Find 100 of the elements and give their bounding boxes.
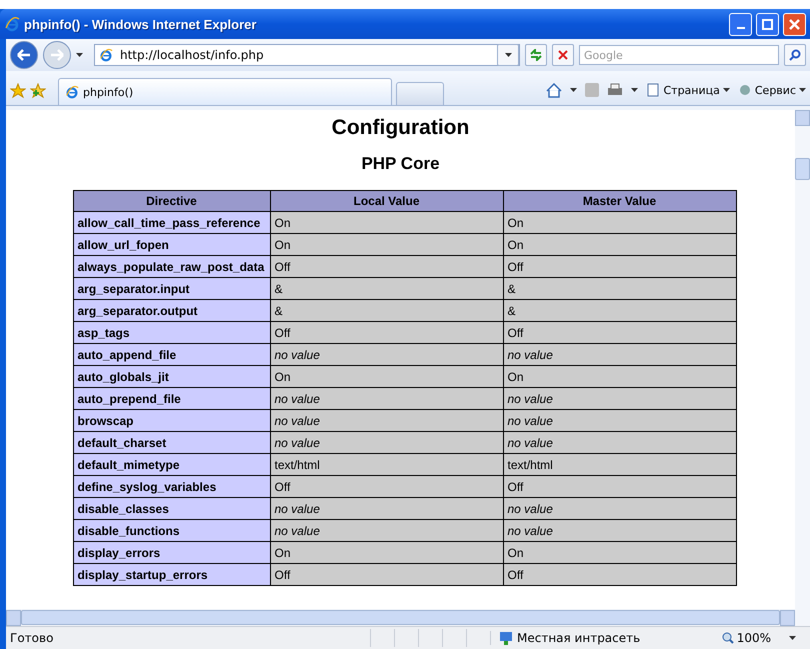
command-menu[interactable]: Сервис (738, 83, 806, 97)
caret-icon[interactable] (631, 88, 638, 92)
refresh-icon (529, 49, 543, 61)
value-cell: & (503, 278, 736, 300)
value-cell: On (270, 542, 503, 564)
value-cell: On (503, 366, 736, 388)
command-menu[interactable]: Страница (646, 83, 730, 97)
dropdown-button[interactable] (497, 44, 519, 66)
directive-cell: allow_call_time_pass_reference (73, 212, 270, 234)
home-icon[interactable] (546, 82, 562, 98)
minimize-button[interactable] (729, 12, 752, 36)
value-cell: On (503, 542, 736, 564)
arrow-right-icon (50, 49, 64, 61)
value-cell: no value (503, 388, 736, 410)
value-cell: no value (270, 344, 503, 366)
value-cell: no value (503, 410, 736, 432)
value-cell: Off (503, 476, 736, 498)
value-cell: no value (503, 432, 736, 454)
value-cell: Off (503, 256, 736, 278)
directive-cell: auto_prepend_file (73, 388, 270, 410)
stop-icon (558, 50, 568, 60)
maximize-button[interactable] (756, 12, 779, 36)
close-icon (789, 18, 800, 30)
stop-button[interactable] (552, 44, 574, 66)
browser-tab[interactable]: phpinfo() (58, 78, 392, 105)
value-cell: & (270, 278, 503, 300)
search-button[interactable] (784, 44, 806, 66)
value-cell: On (503, 234, 736, 256)
section-heading: PHP Core (361, 154, 440, 174)
zoom-control[interactable]: 100% (722, 631, 810, 645)
security-zone: Местная интрасеть (490, 631, 709, 645)
arrow-left-icon (17, 49, 31, 61)
column-header: Master Value (503, 190, 736, 212)
value-cell: no value (503, 344, 736, 366)
caret-icon[interactable] (76, 53, 83, 57)
value-cell: text/html (503, 454, 736, 476)
value-cell: Off (270, 564, 503, 586)
value-cell: On (503, 212, 736, 234)
directive-cell: asp_tags (73, 322, 270, 344)
star-icon[interactable] (10, 83, 26, 99)
value-cell: On (270, 212, 503, 234)
caret-icon[interactable] (504, 53, 512, 57)
directive-cell: arg_separator.input (73, 278, 270, 300)
value-cell: no value (270, 410, 503, 432)
forward-button[interactable] (43, 41, 71, 69)
caret-icon[interactable] (722, 88, 730, 92)
value-cell: Off (270, 476, 503, 498)
directive-cell: display_errors (73, 542, 270, 564)
minimize-icon (736, 27, 744, 29)
directive-cell: auto_append_file (73, 344, 270, 366)
value-cell: Off (270, 322, 503, 344)
maximize-icon (762, 18, 773, 30)
value-cell: no value (270, 520, 503, 542)
print-icon[interactable] (607, 83, 624, 97)
caret-icon[interactable] (570, 88, 578, 92)
directive-cell: browscap (73, 410, 270, 432)
refresh-button[interactable] (525, 44, 547, 66)
address-field[interactable]: http://localhost/info.php (94, 44, 520, 66)
window-title: phpinfo() - Windows Internet Explorer (24, 16, 258, 32)
browser-icon (4, 16, 20, 32)
column-header: Local Value (270, 190, 503, 212)
search-field[interactable]: Google (579, 45, 779, 65)
value-cell: no value (503, 520, 736, 542)
value-cell: On (270, 366, 503, 388)
directive-cell: arg_separator.output (73, 300, 270, 322)
caret-icon[interactable] (799, 88, 806, 92)
column-header: Directive (73, 190, 270, 212)
value-cell: no value (503, 498, 736, 520)
value-cell: no value (270, 432, 503, 454)
directive-cell: default_mimetype (73, 454, 270, 476)
directive-cell: allow_url_fopen (73, 234, 270, 256)
value-cell: On (270, 234, 503, 256)
value-cell: no value (270, 498, 503, 520)
value-cell: no value (270, 388, 503, 410)
directive-cell: always_populate_raw_post_data (73, 256, 270, 278)
directive-cell: disable_functions (73, 520, 270, 542)
directive-cell: display_startup_errors (73, 564, 270, 586)
directive-cell: disable_classes (73, 498, 270, 520)
horizontal-scrollbar[interactable] (6, 609, 810, 626)
caret-icon[interactable] (789, 636, 796, 640)
close-button[interactable] (783, 12, 806, 36)
search-icon (789, 49, 801, 61)
value-cell: Off (503, 322, 736, 344)
browser-icon (99, 48, 113, 62)
browser-icon (65, 85, 79, 99)
back-button[interactable] (10, 41, 38, 69)
magnifier-icon (722, 632, 734, 644)
network-icon (499, 631, 513, 645)
page-icon (646, 83, 660, 97)
url-field[interactable]: http://localhost/info.php (118, 47, 492, 63)
page-heading: Configuration (332, 116, 470, 140)
directive-cell: default_charset (73, 432, 270, 454)
value-cell: & (503, 300, 736, 322)
directive-cell: auto_globals_jit (73, 366, 270, 388)
value-cell: & (270, 300, 503, 322)
value-cell: Off (503, 564, 736, 586)
value-cell: Off (270, 256, 503, 278)
add-favorite-icon[interactable] (30, 83, 46, 99)
value-cell: text/html (270, 454, 503, 476)
vertical-scrollbar[interactable] (795, 110, 810, 609)
